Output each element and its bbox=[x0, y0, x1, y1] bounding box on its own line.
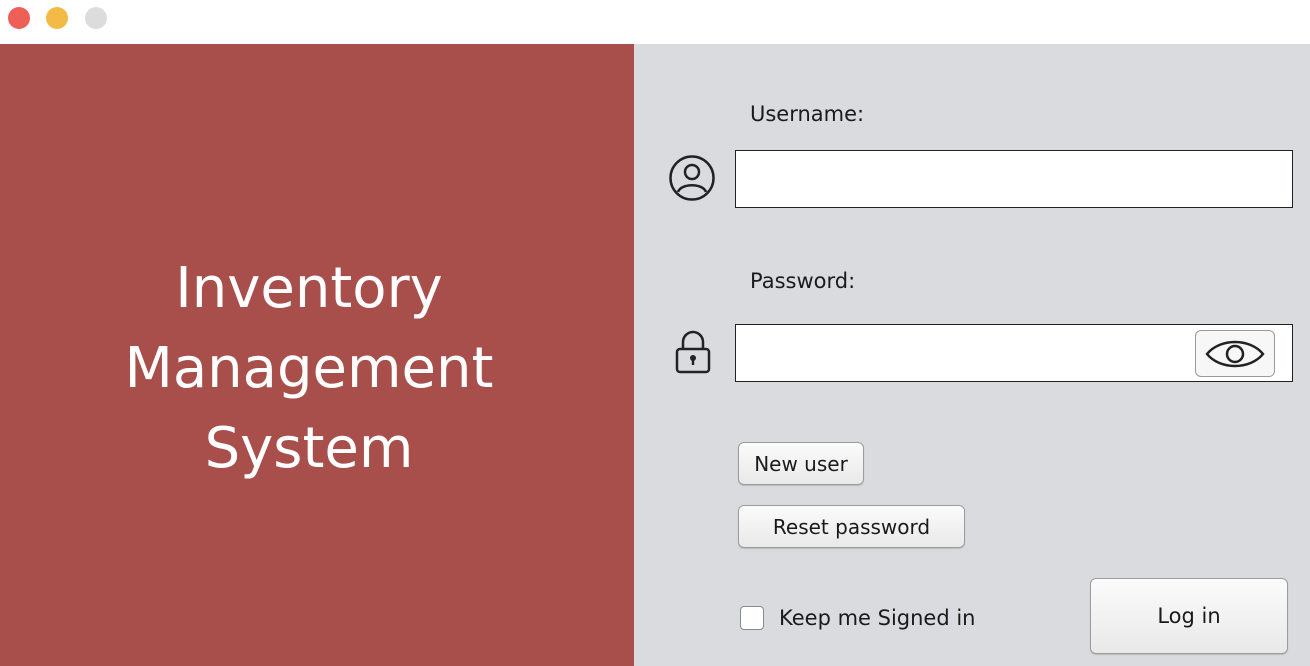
username-label: Username: bbox=[750, 102, 865, 126]
eye-icon bbox=[1205, 340, 1265, 367]
lock-icon bbox=[675, 330, 711, 374]
username-input[interactable] bbox=[735, 150, 1293, 208]
password-label: Password: bbox=[750, 269, 856, 293]
maximize-window-button[interactable] bbox=[85, 7, 107, 29]
new-user-button[interactable]: New user bbox=[738, 442, 864, 485]
show-password-button[interactable] bbox=[1195, 330, 1275, 377]
user-circle-icon bbox=[669, 155, 715, 201]
title-bar bbox=[0, 0, 1310, 44]
close-window-button[interactable] bbox=[8, 7, 30, 29]
keep-signed-in-option[interactable]: Keep me Signed in bbox=[740, 603, 976, 633]
keep-signed-in-checkbox[interactable] bbox=[740, 606, 764, 630]
keep-signed-in-label: Keep me Signed in bbox=[779, 606, 976, 630]
app-title: Inventory Management System bbox=[124, 256, 494, 481]
login-button[interactable]: Log in bbox=[1090, 578, 1288, 654]
app-window: Inventory Management System Username: Pa… bbox=[0, 0, 1310, 666]
minimize-window-button[interactable] bbox=[46, 7, 68, 29]
branding-panel: Inventory Management System bbox=[0, 44, 634, 666]
reset-password-button[interactable]: Reset password bbox=[738, 505, 965, 548]
login-form: Username: Password: New user Reset passw… bbox=[634, 44, 1310, 666]
